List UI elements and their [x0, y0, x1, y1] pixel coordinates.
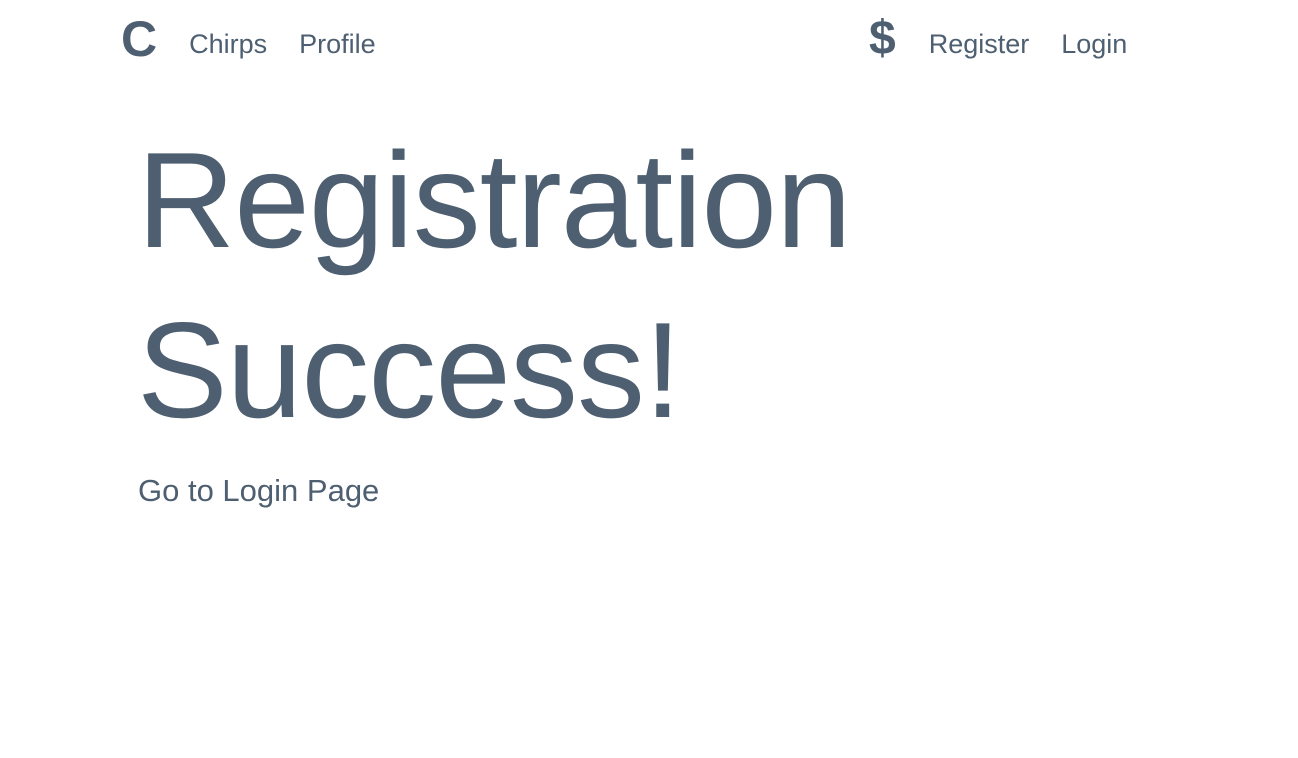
- brand-logo[interactable]: C: [121, 14, 157, 64]
- page-title-line-1: Registration: [137, 124, 852, 276]
- page-title: Registration Success!: [137, 115, 852, 455]
- navbar-left-group: C Chirps Profile: [121, 14, 376, 70]
- page-title-line-2: Success!: [137, 294, 682, 446]
- nav-link-register[interactable]: Register: [929, 30, 1030, 58]
- top-navbar: C Chirps Profile $ Register Login: [0, 0, 1298, 90]
- nav-link-chirps[interactable]: Chirps: [189, 30, 267, 58]
- nav-link-profile[interactable]: Profile: [299, 30, 376, 58]
- go-to-login-link[interactable]: Go to Login Page: [138, 473, 379, 509]
- nav-link-login[interactable]: Login: [1061, 30, 1127, 58]
- navbar-right-group: $ Register Login: [869, 15, 1127, 70]
- dollar-icon[interactable]: $: [869, 15, 896, 63]
